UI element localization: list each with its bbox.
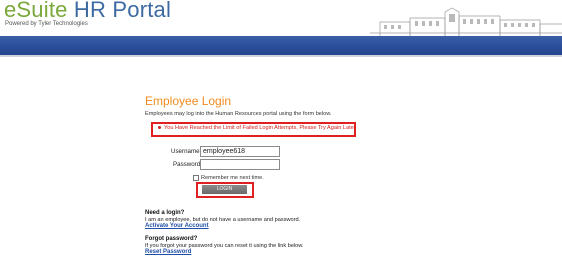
login-button[interactable]: LOGIN: [202, 185, 247, 194]
password-label: Password: [173, 161, 201, 168]
logo-esuite: eSuite: [4, 0, 68, 22]
activate-account-link[interactable]: Activate Your Account: [145, 223, 209, 229]
username-label: Username: [171, 148, 200, 155]
logo-subtitle: Powered by Tyler Technologies: [5, 21, 88, 27]
reset-password-link[interactable]: Reset Password: [145, 249, 191, 255]
error-bullet-icon: [158, 126, 161, 129]
remember-me-label[interactable]: Remember me next time.: [201, 175, 264, 181]
logo-hr-portal: HR Portal: [67, 0, 172, 22]
error-message: You Have Reached the Limit of Failed Log…: [164, 124, 356, 131]
page-title: Employee Login: [145, 94, 232, 108]
need-login-heading: Need a login?: [145, 210, 185, 216]
remember-me-checkbox[interactable]: [193, 175, 199, 181]
forgot-password-heading: Forgot password?: [145, 236, 198, 242]
username-field[interactable]: employee618: [200, 146, 280, 157]
password-field[interactable]: [200, 159, 280, 170]
banner-divider: [0, 55, 562, 57]
portal-logo: eSuite HR Portal: [4, 0, 171, 21]
header-banner: [0, 36, 562, 55]
building-illustration: [370, 7, 562, 36]
login-intro-text: Employees may log into the Human Resourc…: [145, 111, 332, 117]
